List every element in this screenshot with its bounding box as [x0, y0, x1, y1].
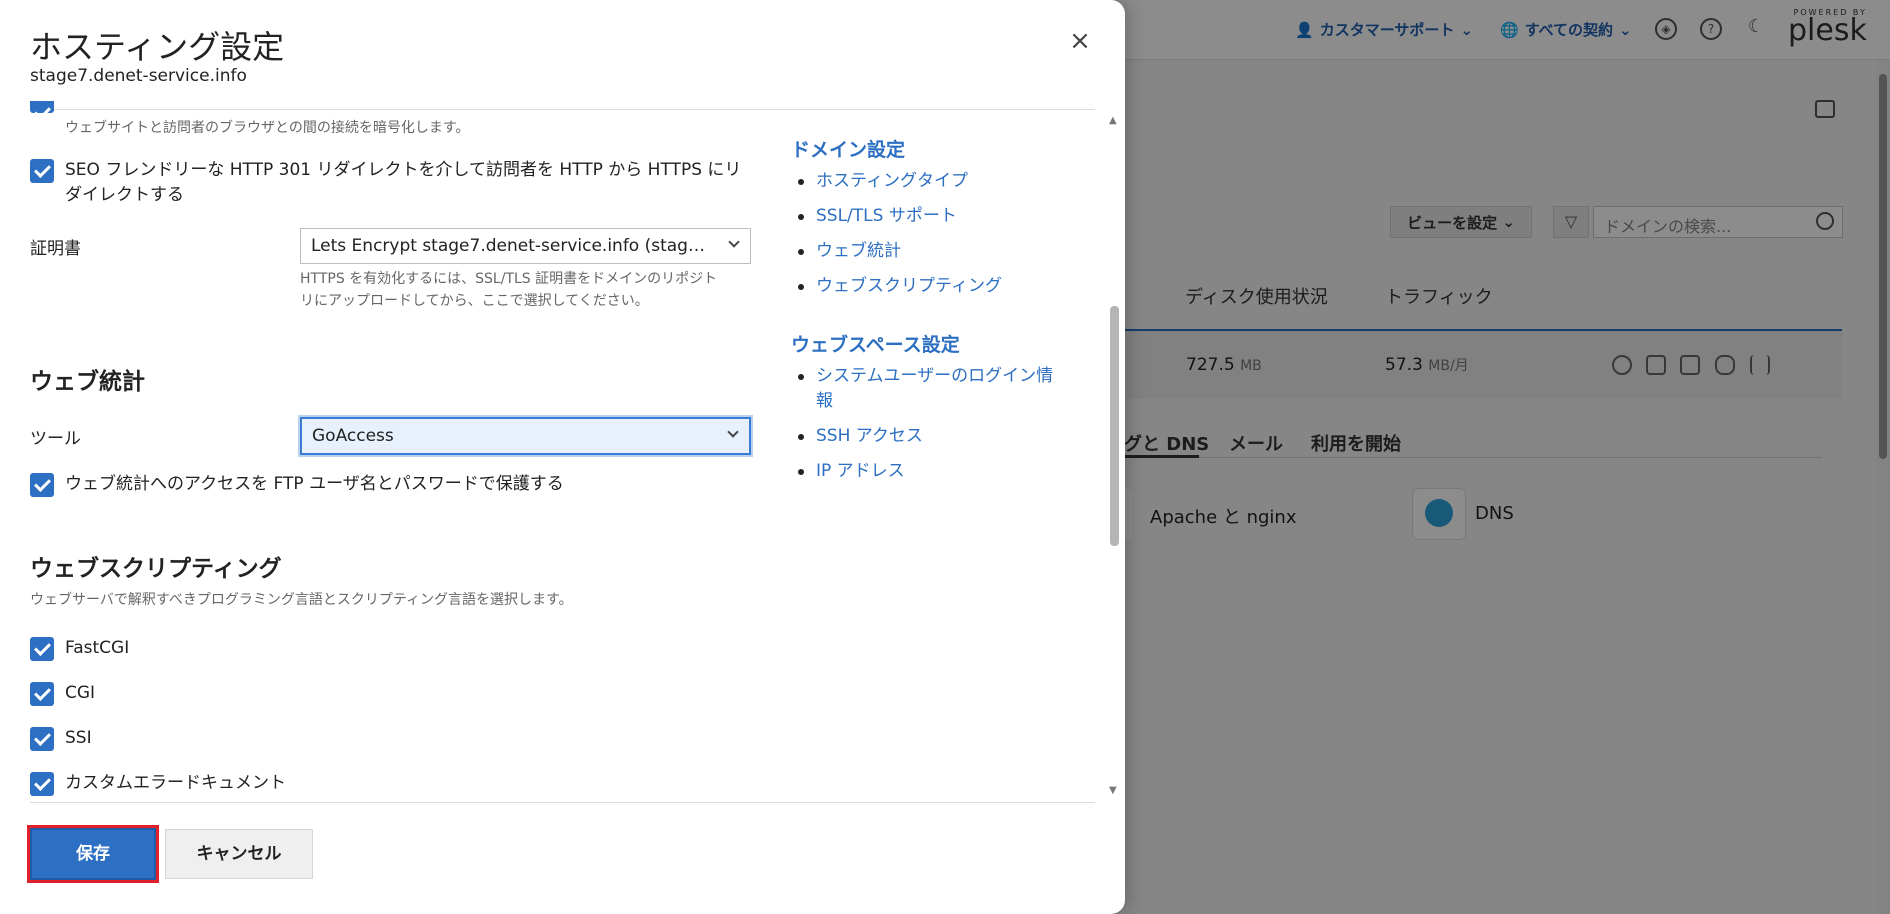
https-redirect-label: SEO フレンドリーな HTTP 301 リダイレクトを介して訪問者を HTTP… [65, 160, 742, 205]
ssl-encrypt-hint: ウェブサイトと訪問者のブラウザとの間の接続を暗号化します。 [65, 120, 470, 136]
fastcgi-checkbox[interactable] [30, 637, 54, 661]
toc-link-ip-address[interactable]: IP アドレス [798, 459, 905, 484]
dialog-subtitle: stage7.denet-service.info [30, 66, 247, 86]
https-redirect-checkbox[interactable] [30, 159, 54, 183]
stats-protect-label: ウェブ統計へのアクセスを FTP ユーザ名とパスワードで保護する [65, 474, 564, 494]
dialog-scrollbar-thumb[interactable] [1110, 306, 1119, 546]
scroll-down-arrow-icon[interactable]: ▼ [1109, 785, 1117, 796]
footer-divider [30, 802, 1095, 803]
certificate-label: 証明書 [30, 239, 81, 259]
toc-webspace-settings-heading[interactable]: ウェブスペース設定 [791, 330, 960, 357]
toc-link-hosting-type[interactable]: ホスティングタイプ [798, 169, 968, 194]
toc-link-web-stats[interactable]: ウェブ統計 [798, 239, 901, 264]
stats-tool-select[interactable]: GoAccess [300, 417, 751, 455]
stats-tool-label: ツール [30, 429, 81, 449]
web-stats-heading: ウェブ統計 [30, 369, 145, 395]
custom-error-docs-checkbox[interactable] [30, 772, 54, 796]
web-scripting-heading: ウェブスクリプティング [30, 556, 282, 582]
ssl-support-checkbox[interactable] [30, 101, 54, 113]
cgi-checkbox[interactable] [30, 682, 54, 706]
toc-link-system-user[interactable]: システムユーザーのログイン情 報 [797, 364, 1053, 414]
toc-link-ssl-tls[interactable]: SSL/TLS サポート [798, 204, 957, 229]
dialog-title: ホスティング設定 [30, 28, 285, 66]
toc-domain-settings-heading[interactable]: ドメイン設定 [791, 135, 905, 162]
custom-error-docs-label: カスタムエラードキュメント [65, 773, 286, 793]
stats-protect-checkbox[interactable] [30, 473, 54, 497]
cgi-label: CGI [65, 683, 96, 703]
fastcgi-label: FastCGI [65, 638, 130, 658]
chevron-down-icon [727, 426, 739, 438]
save-button[interactable]: 保存 [27, 825, 159, 883]
ssi-checkbox[interactable] [30, 727, 54, 751]
toc-link-web-scripting[interactable]: ウェブスクリプティング [798, 274, 1002, 299]
toc-link-ssh-access[interactable]: SSH アクセス [798, 424, 923, 449]
web-scripting-hint: ウェブサーバで解釈すべきプログラミング言語とスクリプティング言語を選択します。 [30, 592, 573, 608]
certificate-select[interactable]: Lets Encrypt stage7.denet-service.info (… [300, 228, 751, 264]
close-icon[interactable]: × [1068, 28, 1092, 54]
ssi-label: SSI [65, 728, 92, 748]
certificate-hint: HTTPS を有効化するには、SSL/TLS 証明書をドメインのリポジト リにア… [300, 271, 718, 309]
hosting-settings-dialog: ホスティング設定 stage7.denet-service.info × ▲ ▼… [0, 0, 1125, 914]
cancel-button[interactable]: キャンセル [165, 829, 313, 879]
scroll-up-arrow-icon[interactable]: ▲ [1109, 115, 1117, 126]
